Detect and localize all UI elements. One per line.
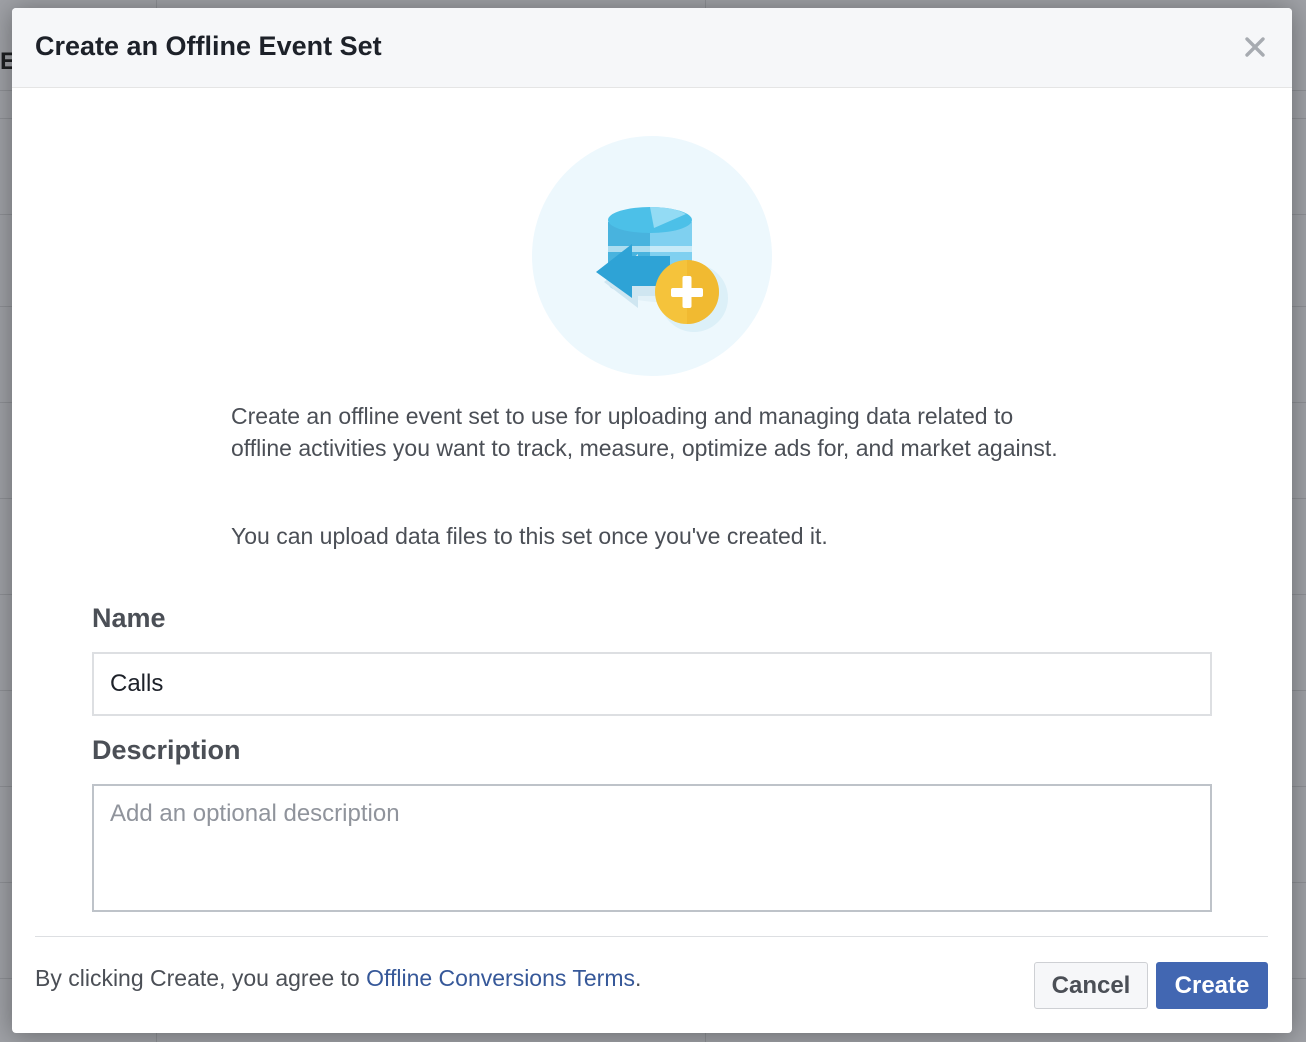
database-add-icon [532, 136, 772, 376]
cancel-button[interactable]: Cancel [1034, 962, 1148, 1009]
close-icon[interactable] [1240, 32, 1270, 62]
description-input[interactable] [92, 784, 1212, 912]
dialog-header: Create an Offline Event Set [12, 8, 1292, 88]
name-input[interactable] [92, 652, 1212, 716]
upload-note: You can upload data files to this set on… [231, 523, 828, 549]
create-button[interactable]: Create [1156, 962, 1268, 1009]
dialog-title: Create an Offline Event Set [35, 31, 382, 61]
terms-notice: By clicking Create, you agree to Offline… [35, 962, 641, 994]
offline-conversions-terms-link[interactable]: Offline Conversions Terms [366, 965, 635, 991]
terms-suffix: . [634, 965, 642, 991]
terms-prefix: By clicking Create, you agree to [35, 965, 367, 991]
footer-divider [35, 936, 1268, 937]
description-label: Description [92, 735, 241, 765]
create-offline-event-set-dialog: Create an Offline Event Set Create an of… [12, 8, 1292, 1033]
name-label: Name [92, 603, 166, 633]
intro-paragraph: Create an offline event set to use for u… [231, 403, 1058, 461]
